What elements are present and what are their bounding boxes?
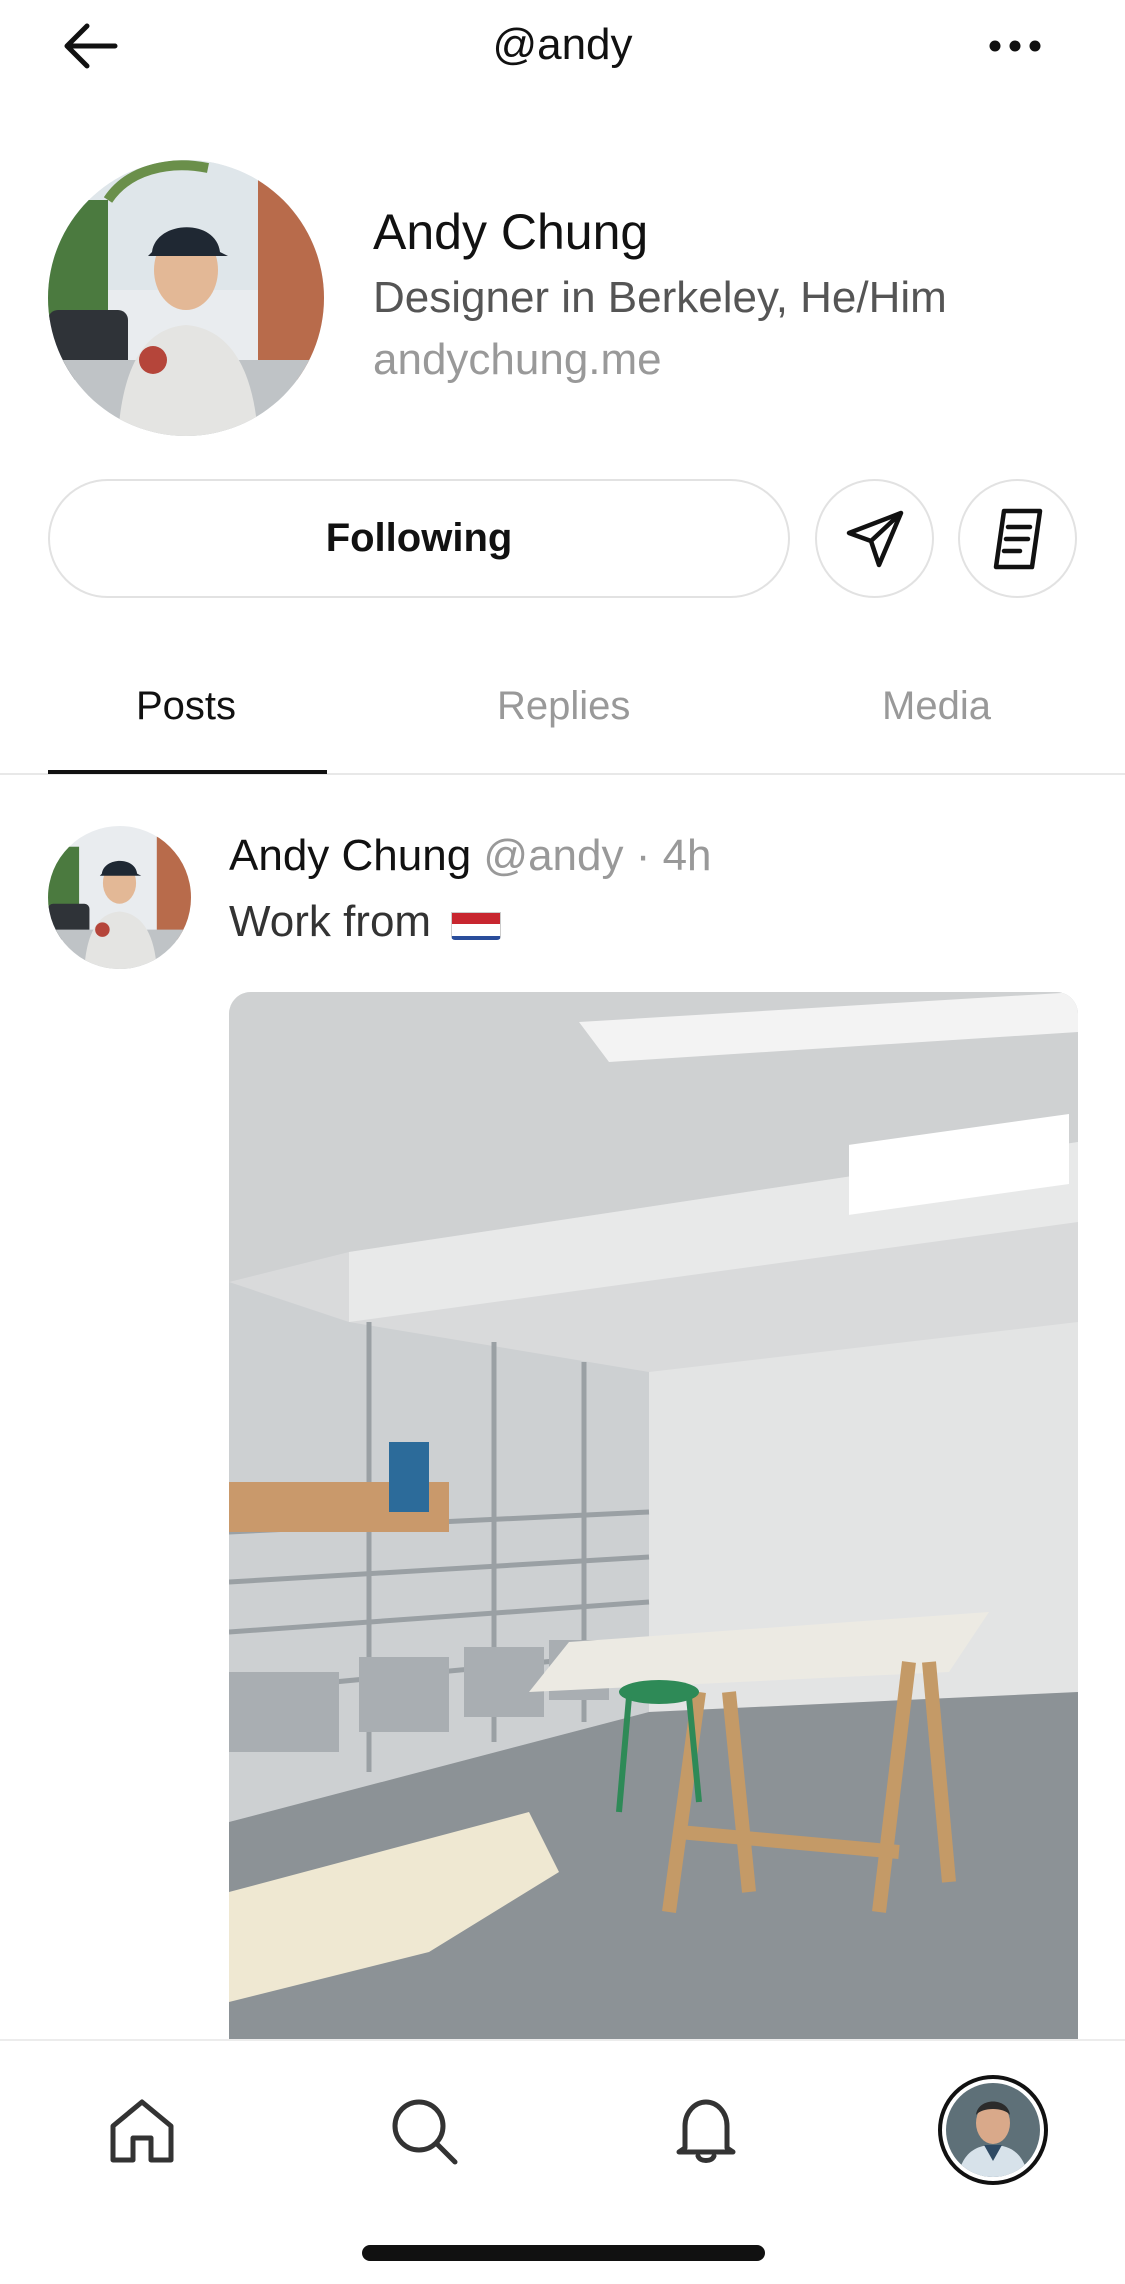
post-author-avatar[interactable] bbox=[48, 826, 191, 969]
profile-avatar bbox=[48, 160, 324, 436]
home-indicator bbox=[362, 2245, 765, 2261]
profile-name: Andy Chung bbox=[373, 204, 649, 260]
post-header: Andy Chung @andy · 4h bbox=[229, 826, 712, 886]
active-tab-indicator bbox=[48, 770, 327, 774]
profile-link[interactable]: andychung.me bbox=[373, 330, 947, 390]
profile-info: Andy Chung Designer in Berkeley, He/Him … bbox=[373, 200, 947, 390]
nav-profile-avatar[interactable] bbox=[938, 2075, 1048, 2185]
top-bar: @andy bbox=[0, 0, 1125, 95]
profile-tabs: Posts Replies Media bbox=[0, 640, 1125, 775]
ellipsis-icon bbox=[989, 40, 1041, 52]
post-meta: @andy · 4h bbox=[483, 831, 712, 880]
search-icon bbox=[392, 2099, 458, 2165]
more-options-button[interactable] bbox=[975, 20, 1055, 72]
bell-icon bbox=[676, 2099, 736, 2163]
mention-button[interactable] bbox=[815, 479, 934, 598]
send-icon bbox=[846, 510, 903, 567]
tab-posts[interactable]: Posts bbox=[136, 684, 236, 729]
tab-replies[interactable]: Replies bbox=[497, 684, 630, 729]
home-icon bbox=[110, 2099, 174, 2163]
document-icon bbox=[993, 508, 1042, 569]
notes-button[interactable] bbox=[958, 479, 1077, 598]
profile-bio: Designer in Berkeley, He/Him bbox=[373, 273, 947, 322]
tab-media[interactable]: Media bbox=[882, 684, 991, 729]
post-text-row: Work from bbox=[229, 892, 502, 952]
netherlands-flag-icon bbox=[451, 904, 502, 940]
post-image[interactable] bbox=[229, 992, 1078, 2040]
post-text: Work from bbox=[229, 897, 432, 946]
following-button[interactable]: Following bbox=[48, 479, 790, 598]
nav-search[interactable] bbox=[374, 2081, 474, 2181]
nav-home[interactable] bbox=[92, 2081, 192, 2181]
post-item[interactable]: Andy Chung @andy · 4h Work from bbox=[0, 790, 1125, 2040]
page-title: @andy bbox=[492, 20, 633, 69]
post-author-name[interactable]: Andy Chung bbox=[229, 831, 471, 880]
bottom-navigation bbox=[0, 2039, 1125, 2284]
nav-notifications[interactable] bbox=[656, 2081, 756, 2181]
